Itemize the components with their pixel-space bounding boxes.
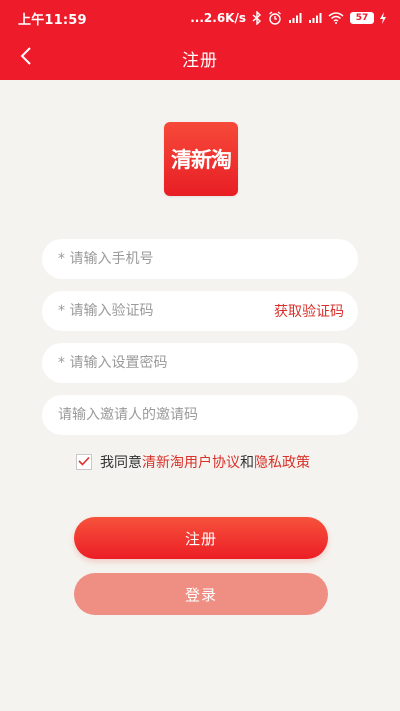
privacy-policy-link[interactable]: 隐私政策 bbox=[254, 455, 310, 471]
agreement-conjunction: 和 bbox=[240, 455, 254, 471]
app-logo: 清新淘 bbox=[164, 122, 238, 196]
alarm-icon bbox=[268, 11, 282, 25]
invite-code-input[interactable] bbox=[58, 407, 342, 423]
logo-text: 清新淘 bbox=[171, 148, 232, 172]
password-field[interactable] bbox=[42, 343, 358, 383]
page-title: 注册 bbox=[182, 50, 218, 71]
user-agreement-link[interactable]: 清新淘用户协议 bbox=[142, 455, 240, 471]
bluetooth-icon bbox=[252, 11, 262, 25]
wifi-icon bbox=[328, 12, 344, 24]
header: 上午11:59 ...2.6K/s 57 注册 bbox=[0, 0, 400, 80]
phone-field[interactable] bbox=[42, 239, 358, 279]
agreement-prefix: 我同意 bbox=[100, 455, 142, 471]
get-code-button[interactable]: 获取验证码 bbox=[274, 301, 344, 321]
status-icons: ...2.6K/s 57 bbox=[190, 11, 386, 25]
verification-code-field[interactable]: 获取验证码 bbox=[42, 291, 358, 331]
login-button[interactable]: 登录 bbox=[74, 573, 328, 615]
status-bar: 上午11:59 ...2.6K/s 57 bbox=[0, 0, 400, 36]
network-speed: ...2.6K/s bbox=[190, 11, 246, 25]
agreement-checkbox[interactable] bbox=[76, 454, 92, 470]
register-button[interactable]: 注册 bbox=[74, 517, 328, 559]
password-input[interactable] bbox=[58, 355, 342, 371]
agreement-text: 我同意清新淘用户协议和隐私政策 bbox=[100, 452, 310, 472]
checkmark-icon bbox=[78, 454, 90, 470]
signal-icon bbox=[308, 12, 322, 24]
back-arrow-icon bbox=[19, 46, 33, 70]
battery-icon: 57 bbox=[350, 12, 374, 24]
title-bar: 注册 bbox=[0, 36, 400, 80]
invite-code-field[interactable] bbox=[42, 395, 358, 435]
phone-input[interactable] bbox=[58, 251, 342, 267]
agreement-row: 我同意清新淘用户协议和隐私政策 bbox=[76, 451, 310, 473]
status-time: 上午11:59 bbox=[18, 12, 87, 28]
charging-icon bbox=[380, 12, 386, 24]
signal-icon bbox=[288, 12, 302, 24]
verification-code-input[interactable] bbox=[58, 303, 268, 319]
back-button[interactable] bbox=[12, 44, 40, 72]
